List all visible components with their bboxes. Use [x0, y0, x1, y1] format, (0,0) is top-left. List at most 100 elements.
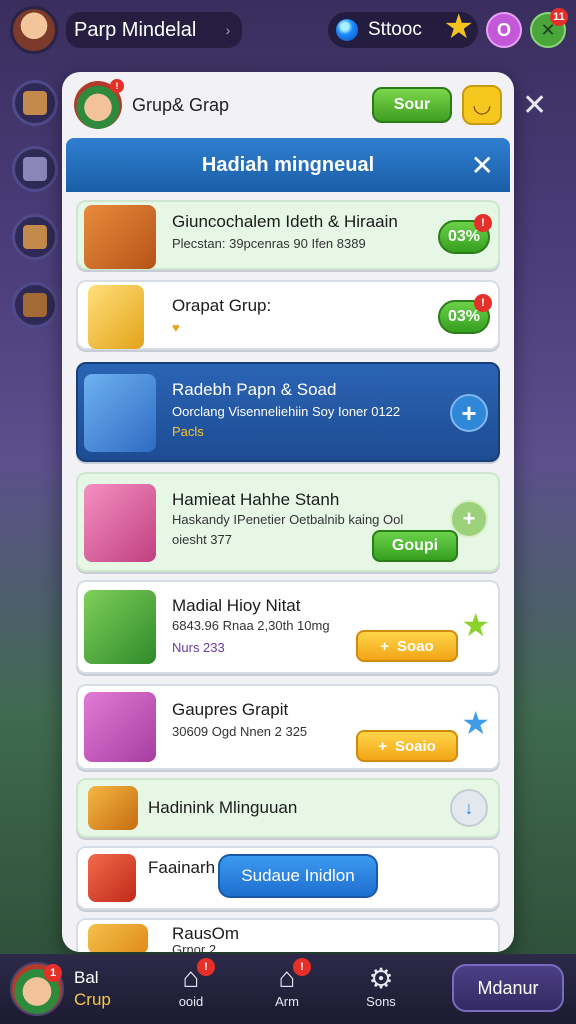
side-button-3[interactable]	[12, 214, 58, 260]
main-menu-button[interactable]: Mdanur	[452, 964, 564, 1012]
smile-icon[interactable]: ◡	[462, 85, 502, 125]
green-button[interactable]: ✕ 11	[530, 8, 568, 48]
row-subtitle: Oorclang Visenneliehiin Soy Ioner 0122	[172, 404, 401, 419]
side-button-1[interactable]	[12, 80, 58, 126]
row-title: Madial Hioy Nitat	[172, 596, 301, 615]
rewards-panel: ! Grup& Grap Sour ◡ Hadiah mingneual ✕ G…	[62, 72, 514, 952]
character-icon	[84, 590, 156, 664]
row-title: Hamieat Hahhe Stanh	[172, 490, 340, 509]
nav-settings[interactable]: ⚙ Sons	[346, 962, 416, 1010]
progress-pill[interactable]: 03% !	[438, 294, 492, 334]
weekly-reward-banner: Hadiah mingneual ✕	[66, 138, 510, 192]
row-title: Radebh Papn & Soad	[172, 380, 337, 399]
gold-button[interactable]: + Soao	[356, 630, 458, 662]
list-item[interactable]: Gaupres Grapit 30609 Ogd Nnen 2 325 + So…	[76, 684, 500, 770]
player-name: Parp Mindelal	[74, 18, 197, 41]
group-avatar[interactable]: !	[74, 79, 124, 129]
gear-icon: ⚙	[368, 962, 394, 994]
heart-icon	[88, 854, 136, 902]
gold-button-label: Soao	[397, 637, 434, 655]
side-button-2[interactable]	[12, 146, 58, 192]
top-hud: Parp Mindelal › Sttooc ★ O ✕ 11	[0, 0, 576, 60]
list-item-highlighted[interactable]: Radebh Papn & Soad Oorclang Visenneliehi…	[76, 362, 500, 462]
nav-label: ooid	[178, 994, 204, 1009]
close-icon[interactable]: ✕	[471, 149, 494, 182]
heart-icon: ♥	[172, 320, 180, 335]
gem-icon	[336, 19, 358, 41]
nav-arm[interactable]: ⌂! Arm	[252, 958, 322, 1009]
row-subtitle: Haskandy IPenetier Oetbalnib kaing Ool	[172, 512, 404, 527]
add-button[interactable]: +	[450, 394, 488, 432]
currency-box[interactable]: Sttooc ★	[328, 8, 478, 48]
notification-badge: !	[197, 958, 215, 976]
row-title: RausOm	[172, 924, 240, 943]
crate-icon	[23, 91, 47, 115]
pill-label: 03%	[447, 228, 481, 245]
home-icon: ⌂!	[173, 958, 215, 994]
plus-icon: +	[378, 737, 387, 755]
progress-pill[interactable]: 03% !	[438, 214, 492, 254]
chevron-right-icon: ›	[225, 22, 231, 38]
notification-badge: 1	[44, 964, 62, 982]
nav-home[interactable]: ⌂! ooid	[156, 958, 226, 1009]
character-icon	[84, 692, 156, 762]
character-icon	[84, 484, 156, 562]
star-icon: ★	[461, 705, 490, 741]
banner-title: Hadiah mingneual	[201, 153, 375, 176]
list-item[interactable]: Hamieat Hahhe Stanh Haskandy IPenetier O…	[76, 472, 500, 572]
notification-badge: !	[474, 294, 492, 312]
pill-label: 03%	[447, 308, 481, 325]
row-subtitle: Plecstan: 39pcenras 90 Ifen 8389	[172, 236, 366, 251]
notification-badge: !	[293, 958, 311, 976]
house-icon: ⌂!	[269, 958, 311, 994]
panel-title: Grup& Grap	[132, 94, 230, 115]
list-item[interactable]: Orapat Grup: ♥ 03% !	[76, 280, 500, 350]
nav-label: Arm	[275, 994, 299, 1009]
star-icon: ★	[443, 8, 474, 46]
blue-action-button[interactable]: Sudaue Inidlon	[218, 854, 378, 898]
currency-label: Sttooc	[368, 19, 422, 40]
list-item[interactable]: Hadinink Mlinguuan ↓	[76, 778, 500, 838]
header-action-button[interactable]: Sour	[372, 87, 452, 123]
shop-icon	[84, 205, 156, 269]
coins-icon	[88, 285, 144, 349]
gold-button-label: Soaio	[394, 737, 436, 755]
list-item[interactable]: RausOm Grnor 2	[76, 918, 500, 952]
character-icon	[84, 374, 156, 452]
notification-badge: 11	[550, 8, 568, 26]
plus-icon: +	[380, 637, 390, 655]
row-extra: Nurs 233	[172, 640, 225, 655]
profile-name: Bal	[74, 968, 99, 987]
info-button[interactable]: ↓	[450, 789, 488, 827]
row-title: Gaupres Grapit	[172, 700, 289, 719]
list-item[interactable]: Madial Hioy Nitat 6843.96 Rnaa 2,30th 10…	[76, 580, 500, 674]
bottom-nav: 1 Bal Crup ⌂! ooid ⌂! Arm ⚙ Sons Mdanur	[0, 954, 576, 1024]
panel-header: ! Grup& Grap Sour ◡	[62, 72, 514, 138]
purple-button[interactable]: O	[486, 12, 522, 48]
nav-label: Sons	[366, 994, 396, 1009]
row-subtitle: 6843.96 Rnaa 2,30th 10mg	[172, 618, 330, 633]
notification-badge: !	[474, 214, 492, 232]
row-title: Faainarh	[148, 858, 216, 877]
player-name-box[interactable]: Parp Mindelal ›	[66, 12, 243, 48]
list-item[interactable]: Giuncochalem Ideth & Hiraain Plecstan: 3…	[76, 200, 500, 270]
player-avatar[interactable]	[10, 6, 58, 54]
face-icon	[23, 157, 47, 181]
profile-subtitle: Crup	[74, 990, 111, 1009]
character-icon	[88, 924, 148, 952]
row-title: Hadinink Mlinguuan	[148, 798, 298, 817]
side-button-4[interactable]	[12, 282, 58, 328]
purple-button-symbol: O	[496, 19, 511, 40]
profile-name-box: Bal Crup	[74, 967, 111, 1011]
close-icon[interactable]: ✕	[522, 88, 547, 123]
gold-button[interactable]: + Soaio	[356, 730, 458, 762]
chest-icon	[23, 293, 47, 317]
gift-icon	[88, 786, 138, 830]
list-item[interactable]: Faainarh Sudaue Inidlon	[76, 846, 500, 910]
profile-avatar[interactable]: 1	[10, 962, 64, 1016]
group-button[interactable]: Goupi	[372, 530, 458, 562]
notification-badge: !	[110, 79, 124, 93]
row-subtitle: Grnor 2	[172, 942, 217, 952]
row-extra: Pacls	[172, 424, 204, 439]
row-subtitle: 30609 Ogd Nnen 2 325	[172, 724, 308, 739]
